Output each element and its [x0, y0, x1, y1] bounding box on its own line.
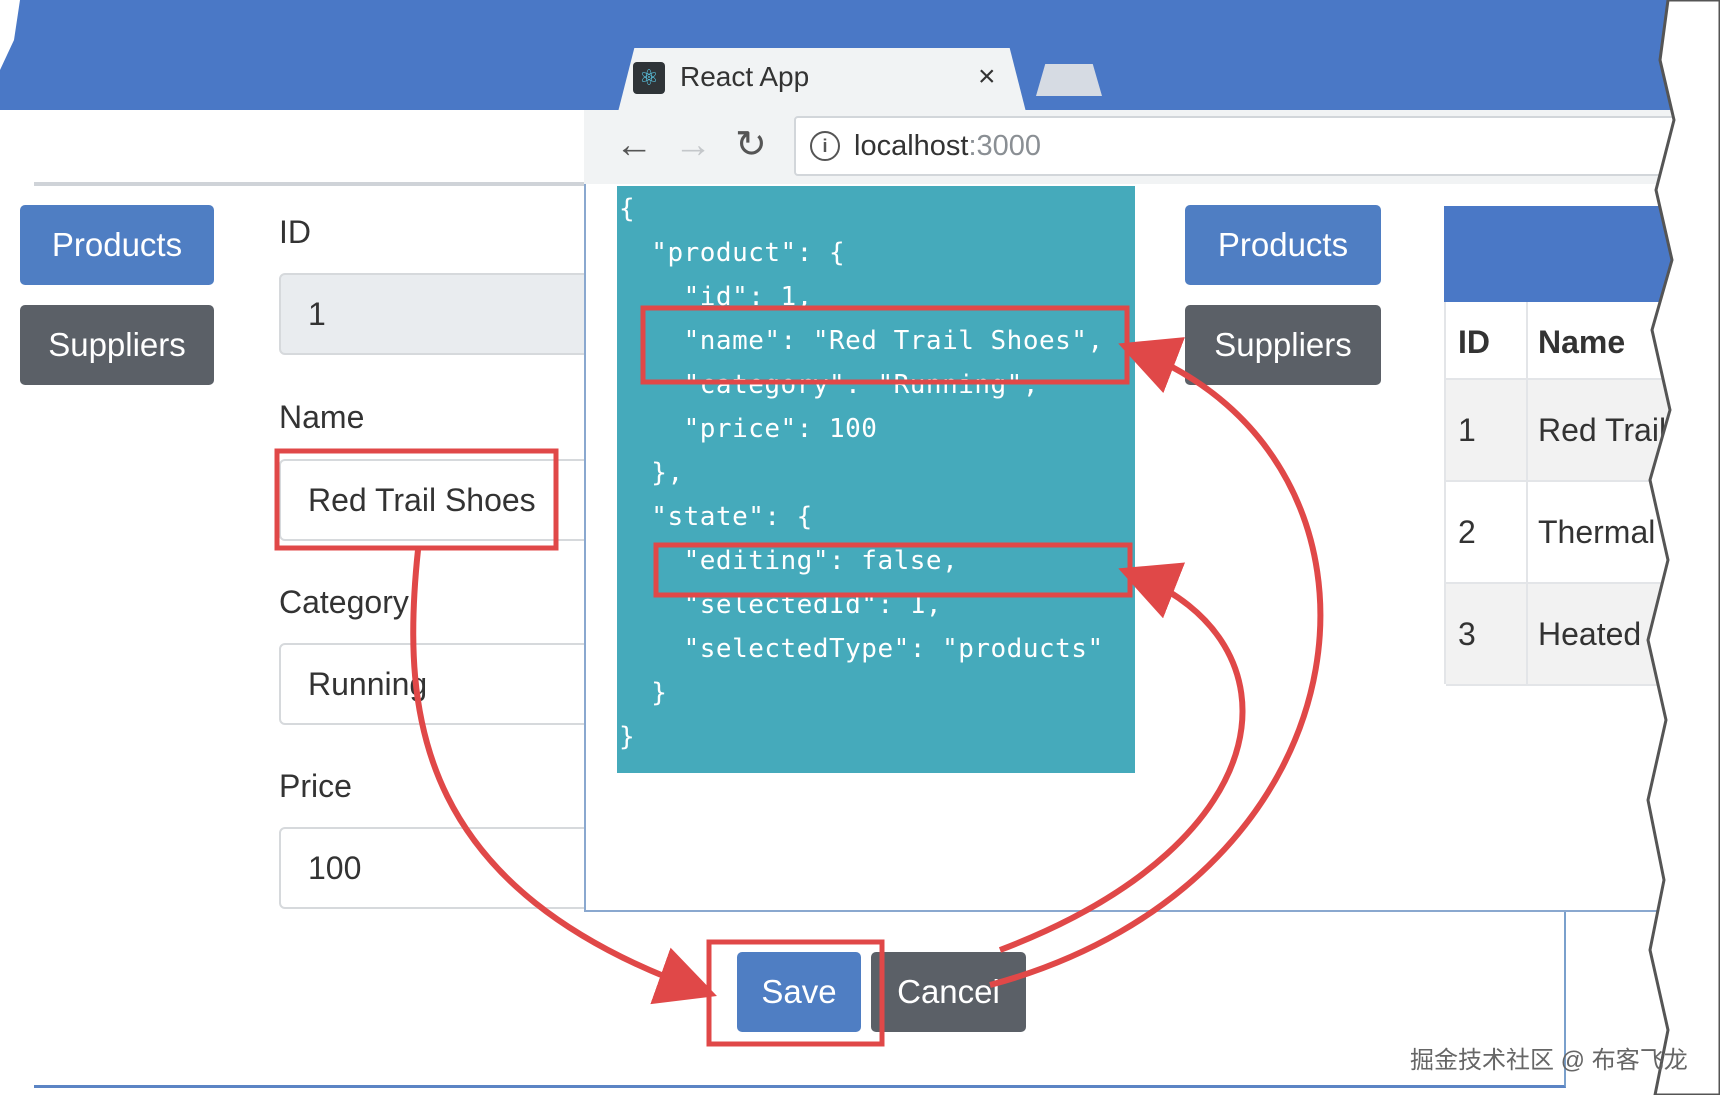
json-name-highlight-box — [640, 305, 1130, 385]
arrow-save-to-json-name — [989, 337, 1324, 988]
json-editing-highlight-box — [653, 542, 1133, 598]
arrow-save-to-json-editing — [998, 562, 1246, 953]
save-button-highlight-box — [706, 939, 885, 1047]
watermark: 掘金技术社区 @ 布客飞龙 — [1410, 1047, 1688, 1074]
name-field-highlight-box — [274, 448, 559, 551]
arrow-name-to-save — [410, 549, 717, 1005]
annotation-overlay — [274, 305, 1324, 1047]
